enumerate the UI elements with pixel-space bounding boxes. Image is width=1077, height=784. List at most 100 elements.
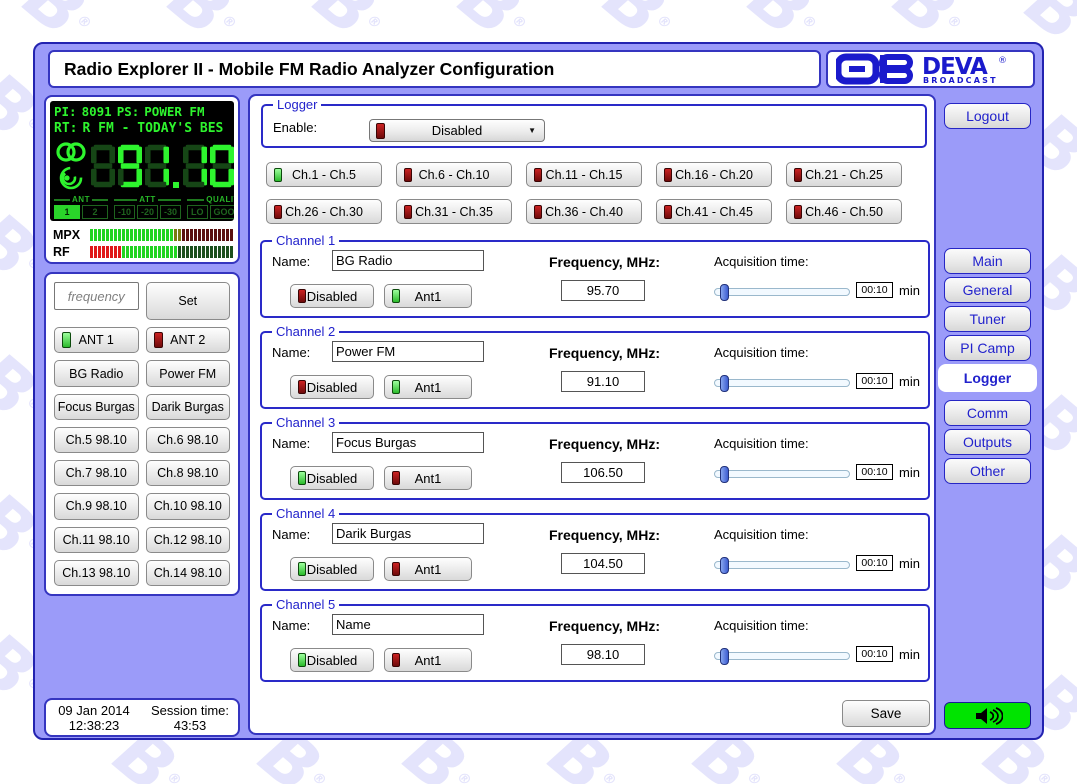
- indicator--20: -20: [137, 205, 159, 219]
- led-indicator: [404, 167, 412, 182]
- slider-handle[interactable]: [720, 284, 729, 301]
- frequency-input[interactable]: [54, 282, 139, 310]
- led-indicator: [392, 562, 400, 576]
- slider-handle[interactable]: [720, 648, 729, 665]
- channel-frequency-input[interactable]: [561, 280, 645, 301]
- channel-group-button[interactable]: Ch.11 - Ch.15: [526, 162, 642, 187]
- preset-button[interactable]: Power FM: [145, 360, 230, 387]
- rt-value: R FM - TODAY'S BES: [82, 121, 224, 136]
- preset-button[interactable]: BG Radio: [54, 360, 139, 387]
- channel-disabled-button[interactable]: Disabled: [290, 466, 374, 490]
- acquisition-label: Acquisition time:: [714, 618, 809, 633]
- channel-antenna-button[interactable]: Ant1: [384, 375, 472, 399]
- slider-handle[interactable]: [720, 466, 729, 483]
- acquisition-label: Acquisition time:: [714, 527, 809, 542]
- acquisition-time-value[interactable]: 00:10: [856, 555, 893, 571]
- page-title: Radio Explorer II - Mobile FM Radio Anal…: [64, 58, 555, 79]
- preset-button[interactable]: Darik Burgas: [145, 393, 230, 420]
- preset-button[interactable]: Ch.7 98.10: [54, 460, 139, 487]
- acquisition-time-value[interactable]: 00:10: [856, 646, 893, 662]
- frequency-label: Frequency, MHz:: [549, 527, 660, 543]
- preset-button[interactable]: Ch.10 98.10: [145, 493, 230, 520]
- preset-button[interactable]: Ch.14 98.10: [145, 559, 230, 586]
- channel-antenna-button[interactable]: Ant1: [384, 466, 472, 490]
- sidebar-item-general[interactable]: General: [944, 277, 1031, 303]
- lcd-display-panel: PI: 8091 PS: POWER FM RT: R FM - TODAY'S BE…: [44, 95, 240, 264]
- preset-button[interactable]: Ch.5 98.10: [54, 426, 139, 454]
- channel-name-input[interactable]: [332, 523, 484, 544]
- channel-group-button[interactable]: Ch.36 - Ch.40: [526, 199, 642, 224]
- sidebar-item-logger[interactable]: Logger: [938, 364, 1037, 392]
- channel-disabled-button[interactable]: Disabled: [290, 648, 374, 672]
- channel-group-button[interactable]: Ch.26 - Ch.30: [266, 199, 382, 224]
- acquisition-time-value[interactable]: 00:10: [856, 464, 893, 480]
- save-button[interactable]: Save: [842, 700, 930, 727]
- led-indicator: [153, 332, 163, 349]
- channel-frequency-input[interactable]: [561, 371, 645, 392]
- preset-button[interactable]: Ch.9 98.10: [54, 493, 139, 520]
- sidebar-item-comm[interactable]: Comm: [944, 400, 1031, 426]
- channel-group-button[interactable]: Ch.1 - Ch.5: [266, 162, 382, 187]
- channel-frequency-input[interactable]: [561, 462, 645, 483]
- slider-handle[interactable]: [720, 557, 729, 574]
- antenna-button-1[interactable]: ANT 1: [54, 327, 139, 354]
- preset-button[interactable]: Focus Burgas: [54, 393, 139, 420]
- channel-name-input[interactable]: [332, 250, 484, 271]
- preset-button[interactable]: Ch.11 98.10: [54, 526, 139, 553]
- preset-button[interactable]: Ch.8 98.10: [145, 460, 230, 487]
- svg-text:®: ®: [998, 56, 1007, 66]
- logger-enable-dropdown[interactable]: Disabled ▼: [369, 119, 545, 142]
- acquisition-time-slider[interactable]: [714, 284, 850, 301]
- sidebar-item-tuner[interactable]: Tuner: [944, 306, 1031, 332]
- channel-group-button[interactable]: Ch.6 - Ch.10: [396, 162, 512, 187]
- channel-antenna-button[interactable]: Ant1: [384, 284, 472, 308]
- main-content-panel: Logger Enable: Disabled ▼ Ch.1 - Ch.5 Ch.…: [248, 94, 936, 735]
- sidebar-item-other[interactable]: Other: [944, 458, 1031, 484]
- sidebar-item-pi-camp[interactable]: PI Camp: [944, 335, 1031, 361]
- channel-group-button[interactable]: Ch.31 - Ch.35: [396, 199, 512, 224]
- speaker-button[interactable]: [944, 702, 1031, 729]
- channel-legend: Channel 4: [272, 506, 340, 521]
- channel-group-button[interactable]: Ch.16 - Ch.20: [656, 162, 772, 187]
- channel-name-input[interactable]: [332, 614, 484, 635]
- acquisition-time-value[interactable]: 00:10: [856, 373, 893, 389]
- date-value: 09 Jan 2014: [58, 702, 130, 718]
- preset-button[interactable]: Ch.6 98.10: [145, 426, 230, 454]
- led-indicator: [298, 471, 306, 485]
- led-indicator: [298, 289, 306, 303]
- channel-group-button[interactable]: Ch.41 - Ch.45: [656, 199, 772, 224]
- sidebar-item-main[interactable]: Main: [944, 248, 1031, 274]
- set-button[interactable]: Set: [145, 282, 230, 321]
- channel-antenna-button[interactable]: Ant1: [384, 557, 472, 581]
- acquisition-time-value[interactable]: 00:10: [856, 282, 893, 298]
- page-background: B®B®B®B®B®B®B®B®B®B®B®B®B®B®B®B®B®B®B®B®…: [0, 0, 1077, 784]
- time-value: 12:38:23: [68, 717, 120, 733]
- acquisition-time-slider[interactable]: [714, 375, 850, 392]
- indicator-group-label: QUALITY: [206, 195, 234, 204]
- channel-disabled-button[interactable]: Disabled: [290, 375, 374, 399]
- preset-button[interactable]: Ch.13 98.10: [54, 559, 139, 586]
- frequency-label: Frequency, MHz:: [549, 254, 660, 270]
- preset-button[interactable]: Ch.12 98.10: [145, 526, 230, 553]
- sidebar-item-outputs[interactable]: Outputs: [944, 429, 1031, 455]
- led-indicator: [534, 204, 542, 219]
- channel-frequency-input[interactable]: [561, 553, 645, 574]
- channel-antenna-button[interactable]: Ant1: [384, 648, 472, 672]
- acquisition-time-slider[interactable]: [714, 648, 850, 665]
- channel-disabled-button[interactable]: Disabled: [290, 284, 374, 308]
- channel-frequency-input[interactable]: [561, 644, 645, 665]
- frequency-label: Frequency, MHz:: [549, 436, 660, 452]
- logout-button[interactable]: Logout: [944, 103, 1031, 129]
- acquisition-time-slider[interactable]: [714, 466, 850, 483]
- channel-name-input[interactable]: [332, 341, 484, 362]
- channel-group-button[interactable]: Ch.21 - Ch.25: [786, 162, 902, 187]
- antenna-button-2[interactable]: ANT 2: [145, 327, 230, 354]
- channel-name-input[interactable]: [332, 432, 484, 453]
- slider-handle[interactable]: [720, 375, 729, 392]
- channel-group-button[interactable]: Ch.46 - Ch.50: [786, 199, 902, 224]
- lcd-screen: PI: 8091 PS: POWER FM RT: R FM - TODAY'S BE…: [50, 101, 234, 221]
- enable-label: Enable:: [273, 120, 318, 135]
- channel-disabled-button[interactable]: Disabled: [290, 557, 374, 581]
- tuner-preset-panel: Set ANT 1ANT 2 BG RadioPower FMFocus Bur…: [44, 272, 240, 596]
- acquisition-time-slider[interactable]: [714, 557, 850, 574]
